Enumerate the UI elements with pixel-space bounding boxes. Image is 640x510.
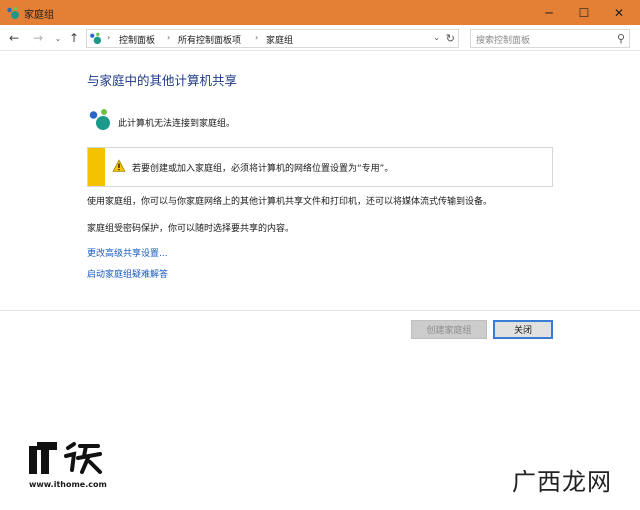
address-dropdown-icon[interactable]: ⌄ [433, 33, 440, 42]
homegroup-icon [90, 32, 102, 45]
password-description-text: 家庭组受密码保护，你可以随时选择要共享的内容。 [87, 224, 295, 234]
description-text: 使用家庭组，你可以与你家庭网络上的其他计算机共享文件和打印机，还可以将媒体流式传… [87, 197, 493, 207]
window-title: 家庭组 [24, 10, 54, 21]
back-arrow-icon[interactable]: ← [6, 30, 22, 46]
breadcrumb-homegroup[interactable]: 家庭组 [266, 33, 293, 46]
status-message: 此计算机无法连接到家庭组。 [118, 119, 236, 129]
search-icon[interactable]: ⚲ [617, 32, 625, 45]
ithome-logo [29, 442, 102, 474]
close-window-button[interactable]: ✕ [596, 0, 640, 25]
up-arrow-icon[interactable]: ↑ [66, 30, 82, 46]
breadcrumb-separator-icon: › [255, 33, 259, 42]
warning-text: 若要创建或加入家庭组，必须将计算机的网络位置设置为“专用”。 [132, 164, 394, 174]
homegroup-icon [7, 6, 19, 19]
recent-locations-chevron-icon[interactable]: ⌄ [50, 30, 66, 46]
refresh-icon[interactable]: ↻ [446, 32, 455, 45]
main-content: 与家庭中的其他计算机共享 此计算机无法连接到家庭组。 若要创建或加入家庭组，必须… [0, 52, 640, 510]
search-input[interactable]: 搜索控制面板 ⚲ [470, 29, 630, 48]
breadcrumb-all-items[interactable]: 所有控制面板项 [178, 33, 241, 46]
navigation-bar: ← → ⌄ ↑ › 控制面板 › 所有控制面板项 › 家庭组 ⌄ ↻ 搜索控制面… [0, 25, 640, 51]
breadcrumb-separator-icon: › [167, 33, 171, 42]
warning-icon [112, 159, 126, 172]
address-bar[interactable]: › 控制面板 › 所有控制面板项 › 家庭组 ⌄ ↻ [86, 29, 459, 48]
search-placeholder: 搜索控制面板 [476, 36, 531, 46]
breadcrumb-control-panel[interactable]: 控制面板 [119, 33, 155, 46]
homegroup-icon [89, 109, 110, 130]
warning-accent-bar [88, 148, 105, 186]
advanced-sharing-settings-link[interactable]: 更改高级共享设置... [87, 246, 168, 259]
create-homegroup-button[interactable]: 创建家庭组 [411, 320, 487, 339]
page-title: 与家庭中的其他计算机共享 [87, 73, 238, 88]
breadcrumb-separator-icon: › [107, 33, 111, 42]
forward-arrow-icon[interactable]: → [30, 30, 46, 46]
watermark-site: www.ithome.com [29, 480, 107, 489]
warning-banner: 若要创建或加入家庭组，必须将计算机的网络位置设置为“专用”。 [87, 147, 553, 187]
watermark-brand: 广西龙网 [512, 468, 612, 496]
title-bar: 家庭组 ─ ☐ ✕ [0, 0, 640, 25]
close-button[interactable]: 关闭 [493, 320, 553, 339]
homegroup-troubleshooter-link[interactable]: 启动家庭组疑难解答 [87, 267, 168, 280]
divider [0, 310, 640, 311]
